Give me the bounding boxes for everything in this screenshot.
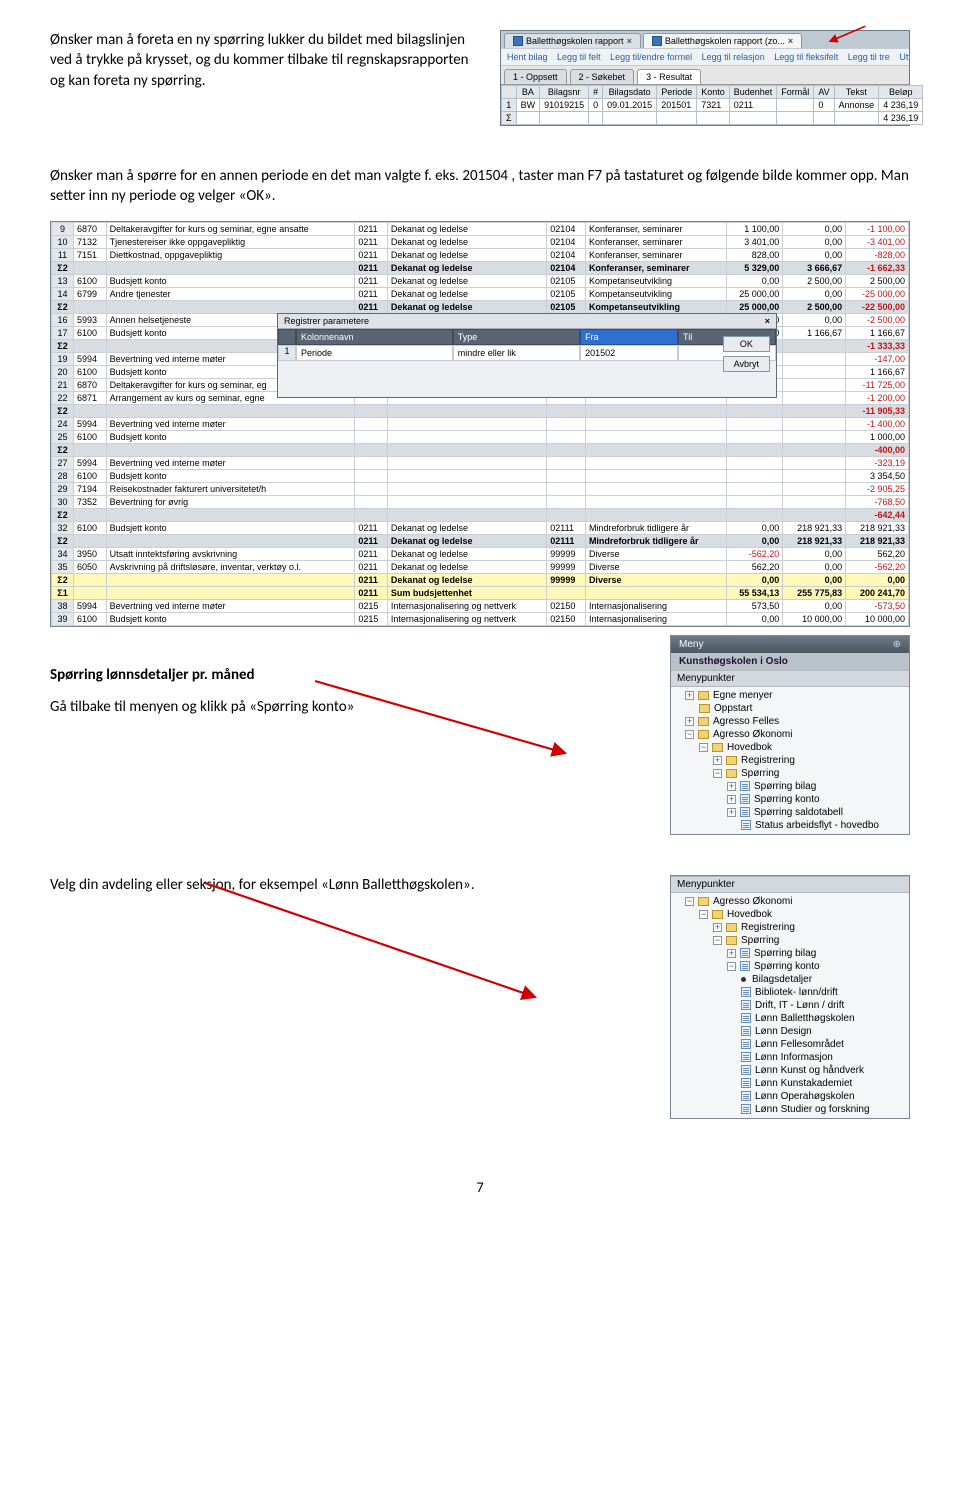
table-row[interactable]: 117151Diettkostnad, oppgavepliktig0211De… xyxy=(52,248,909,261)
table-row[interactable]: 396100Budsjett konto0215Internasjonalise… xyxy=(52,612,909,625)
window-tab-2[interactable]: Balletthøgskolen rapport (zo...× xyxy=(643,33,802,48)
tree-item-lonn-balletthogskolen[interactable]: Lønn Balletthøgskolen xyxy=(671,1012,909,1025)
avbryt-button[interactable]: Avbryt xyxy=(723,356,770,372)
body-text: Ønsker man å spørre for en annen periode… xyxy=(50,166,910,207)
tree-item[interactable]: Bibliotek- lønn/drift xyxy=(671,986,909,999)
tree-item[interactable]: −Hovedbok xyxy=(671,741,909,754)
tree-item[interactable]: +Spørring bilag xyxy=(671,780,909,793)
tree-item[interactable]: Lønn Operahøgskolen xyxy=(671,1090,909,1103)
report-icon xyxy=(740,807,750,817)
table-row[interactable]: 307352Bevertning for øvrig-768,50 xyxy=(52,495,909,508)
body-text: Velg din avdeling eller seksjon, for eks… xyxy=(50,875,646,895)
tree-item[interactable]: −Spørring xyxy=(671,934,909,947)
table-row[interactable]: Σ2-400,00 xyxy=(52,443,909,456)
dialog-title: Registrer parametere xyxy=(284,316,369,326)
report-icon xyxy=(741,1052,751,1062)
table-row[interactable]: Σ20211Dekanat og ledelse02111Mindreforbr… xyxy=(52,534,909,547)
report-icon xyxy=(741,1078,751,1088)
menu-tree-detail: Menypunkter −Agresso Økonomi −Hovedbok +… xyxy=(670,875,910,1119)
table-row[interactable]: 286100Budsjett konto3 354,50 xyxy=(52,469,909,482)
report-icon xyxy=(740,794,750,804)
tree-item[interactable]: Lønn Informasjon xyxy=(671,1051,909,1064)
screenshot-tabs-result: Balletthøgskolen rapport× Balletthøgskol… xyxy=(500,30,910,126)
ok-button[interactable]: OK xyxy=(723,336,770,352)
tree-item[interactable]: −Agresso Økonomi xyxy=(671,728,909,741)
tree-item-sporring-konto[interactable]: +Spørring konto xyxy=(671,793,909,806)
dialog-registrer-parametere: Registrer parametere × Kolonnenavn Type … xyxy=(277,313,777,398)
tree-item[interactable]: −Spørring xyxy=(671,767,909,780)
tree-item[interactable]: Lønn Fellesområdet xyxy=(671,1038,909,1051)
section-heading: Spørring lønnsdetaljer pr. måned xyxy=(50,665,646,685)
menu-tree-main: Meny⊕ Kunsthøgskolen i Oslo Menypunkter … xyxy=(670,635,910,835)
tree-item[interactable]: Status arbeidsflyt - hovedbo xyxy=(671,819,909,832)
table-row[interactable]: 343950Utsatt inntektsføring avskrivning0… xyxy=(52,547,909,560)
table-row[interactable]: 326100Budsjett konto0211Dekanat og ledel… xyxy=(52,521,909,534)
body-text: Gå tilbake til menyen og klikk på «Spørr… xyxy=(50,697,646,717)
menu-section-label: Menypunkter xyxy=(671,876,909,893)
tree-item[interactable]: Lønn Kunst og håndverk xyxy=(671,1064,909,1077)
tree-item[interactable]: Oppstart xyxy=(671,702,909,715)
org-title: Kunsthøgskolen i Oslo xyxy=(671,653,909,670)
subtabs: 1 - Oppsett 2 - Søkebet 3 - Resultat xyxy=(501,66,909,85)
tree-item[interactable]: +Registrering xyxy=(671,921,909,934)
tree-item[interactable]: −Hovedbok xyxy=(671,908,909,921)
table-row[interactable]: 356050Avskrivning på driftsløsøre, inven… xyxy=(52,560,909,573)
tree-item[interactable]: Lønn Design xyxy=(671,1025,909,1038)
subtab-oppsett[interactable]: 1 - Oppsett xyxy=(504,69,567,84)
report-icon xyxy=(741,1039,751,1049)
tree-item[interactable]: Drift, IT - Lønn / drift xyxy=(671,999,909,1012)
tree-item[interactable]: Lønn Kunstakademiet xyxy=(671,1077,909,1090)
table-row[interactable]: 297194Reisekostnader fakturert universit… xyxy=(52,482,909,495)
tree-item[interactable]: Bilagsdetaljer xyxy=(671,973,909,986)
table-row[interactable]: 385994Bevertning ved interne møter0215In… xyxy=(52,599,909,612)
table-row[interactable]: Σ2-642,44 xyxy=(52,508,909,521)
report-icon xyxy=(741,1104,751,1114)
report-icon xyxy=(741,1013,751,1023)
subtab-resultat[interactable]: 3 - Resultat xyxy=(637,69,701,84)
report-icon xyxy=(741,1000,751,1010)
tree-item[interactable]: +Registrering xyxy=(671,754,909,767)
report-icon xyxy=(740,961,750,971)
window-tab-1[interactable]: Balletthøgskolen rapport× xyxy=(504,33,641,48)
screenshot-wide-grid: 96870Deltakeravgifter for kurs og semina… xyxy=(50,221,910,627)
table-row[interactable]: 107132Tjenestereiser ikke oppgavepliktig… xyxy=(52,235,909,248)
tree-item[interactable]: Lønn Studier og forskning xyxy=(671,1103,909,1116)
report-icon xyxy=(741,820,751,830)
tree-item[interactable]: +Agresso Felles xyxy=(671,715,909,728)
sum-row: Σ 4 236,19 xyxy=(502,112,923,125)
result-grid: BABilagsnr#BilagsdatoPeriodeKontoBudenhe… xyxy=(501,85,923,125)
table-row[interactable]: 96870Deltakeravgifter for kurs og semina… xyxy=(52,222,909,235)
table-row[interactable]: Σ20211Dekanat og ledelse99999Diverse0,00… xyxy=(52,573,909,586)
table-row[interactable]: 136100Budsjett konto0211Dekanat og ledel… xyxy=(52,274,909,287)
close-icon[interactable]: × xyxy=(765,316,770,326)
report-icon xyxy=(741,1065,751,1075)
report-icon xyxy=(740,781,750,791)
table-row[interactable]: Σ20211Dekanat og ledelse02105Kompetanseu… xyxy=(52,300,909,313)
report-icon xyxy=(741,1026,751,1036)
table-row[interactable]: 256100Budsjett konto1 000,00 xyxy=(52,430,909,443)
report-icon xyxy=(740,948,750,958)
table-row[interactable]: Σ2-11 905,33 xyxy=(52,404,909,417)
report-icon xyxy=(741,1091,751,1101)
tree-item[interactable]: +Egne menyer xyxy=(671,689,909,702)
close-icon[interactable]: × xyxy=(627,36,632,46)
report-icon xyxy=(741,987,751,997)
tree-item[interactable]: −Spørring konto xyxy=(671,960,909,973)
periode-fra-input[interactable]: 201502 xyxy=(580,345,678,361)
subtab-sokebet[interactable]: 2 - Søkebet xyxy=(570,69,635,84)
close-icon[interactable]: × xyxy=(788,36,793,46)
table-row[interactable]: 275994Bevertning ved interne møter-323,1… xyxy=(52,456,909,469)
table-row[interactable]: 146799Andre tjenester0211Dekanat og lede… xyxy=(52,287,909,300)
menu-section-label: Menypunkter xyxy=(671,670,909,687)
tab-toolbar: Hent bilag Legg til felt Legg til/endre … xyxy=(501,48,909,66)
page-number: 7 xyxy=(50,1179,910,1196)
tree-item[interactable]: −Agresso Økonomi xyxy=(671,895,909,908)
tree-item[interactable]: +Spørring bilag xyxy=(671,947,909,960)
table-row[interactable]: 1 BW91019215009.01.2015201501732102110An… xyxy=(502,99,923,112)
tree-item[interactable]: +Spørring saldotabell xyxy=(671,806,909,819)
table-row[interactable]: 245994Bevertning ved interne møter-1 400… xyxy=(52,417,909,430)
table-row[interactable]: Σ10211Sum budsjettenhet55 534,13255 775,… xyxy=(52,586,909,599)
table-row[interactable]: Σ20211Dekanat og ledelse02104Konferanser… xyxy=(52,261,909,274)
